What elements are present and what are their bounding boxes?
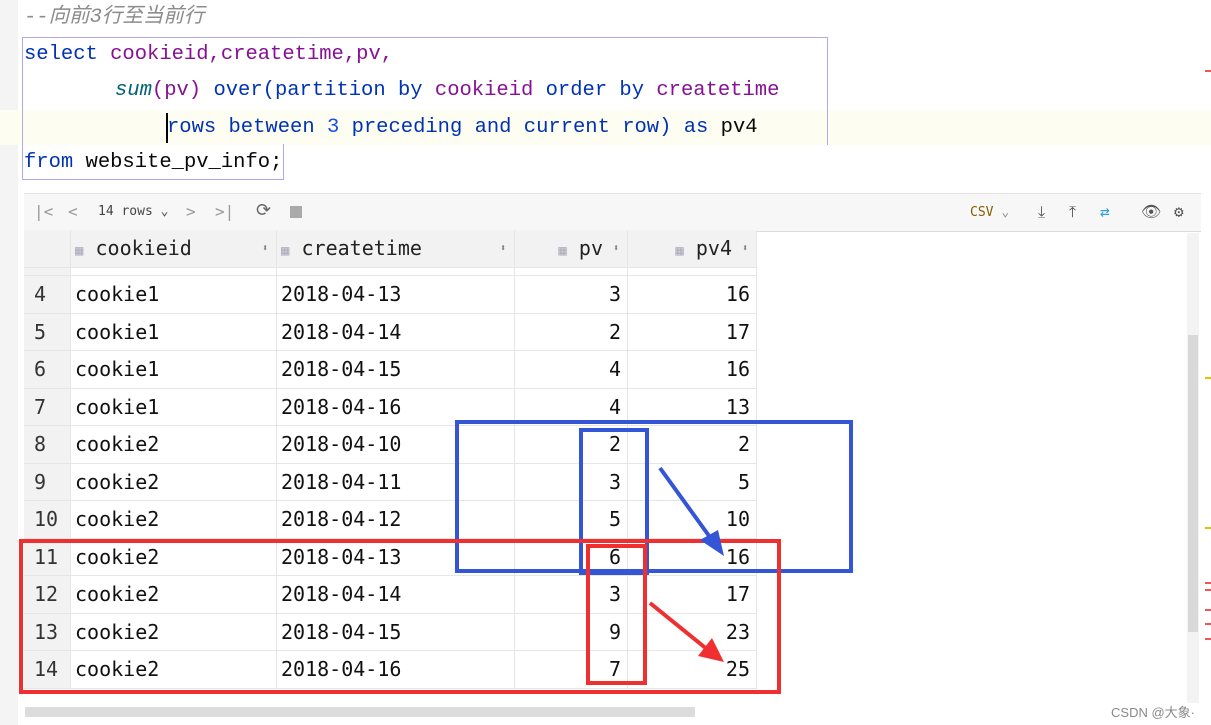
watermark: CSDN @大象· xyxy=(1111,705,1195,720)
annotation-arrows xyxy=(648,466,724,662)
blue-arrowhead xyxy=(700,530,724,556)
red-arrowhead xyxy=(698,638,724,662)
red-arrow xyxy=(648,601,710,652)
blue-arrow xyxy=(658,466,714,542)
